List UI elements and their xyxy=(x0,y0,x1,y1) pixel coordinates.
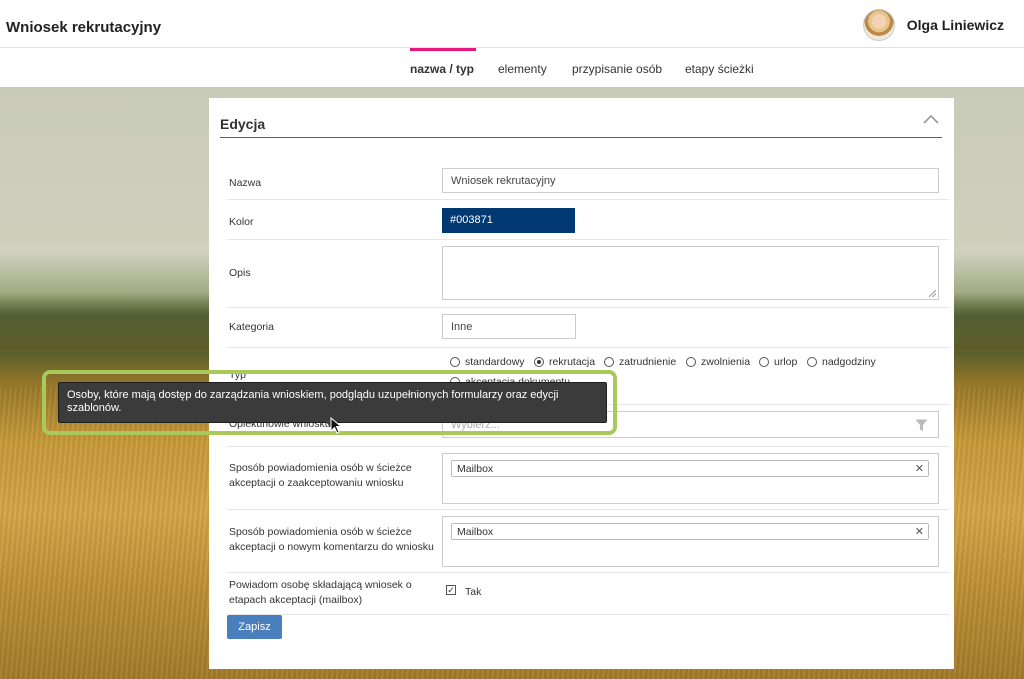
color-label: Kolor xyxy=(229,216,254,228)
description-textarea[interactable] xyxy=(442,246,939,300)
resize-handle[interactable] xyxy=(929,290,936,297)
page-title: Wniosek rekrutacyjny xyxy=(6,19,162,36)
user-menu[interactable]: Olga Liniewicz xyxy=(862,8,1004,42)
mouse-cursor-icon xyxy=(330,417,343,434)
form-row-color: Kolor #003871 xyxy=(227,200,949,240)
color-picker[interactable]: #003871 xyxy=(442,208,575,233)
radio-circle[interactable] xyxy=(807,357,817,367)
save-button[interactable]: Zapisz xyxy=(227,615,282,639)
form-row-category: Kategoria Inne xyxy=(227,308,949,348)
tab-path-stages[interactable]: etapy ścieżki xyxy=(685,62,754,76)
card-title-underline xyxy=(220,137,942,138)
tag-label: Mailbox xyxy=(457,463,494,475)
user-name[interactable]: Olga Liniewicz xyxy=(907,17,1004,33)
form-row-description: Opis xyxy=(227,240,949,308)
top-bar: Wniosek rekrutacyjny Olga Liniewicz xyxy=(0,0,1024,48)
radio-label: urlop xyxy=(774,356,798,368)
active-tab-indicator xyxy=(410,48,476,51)
radio-overtime[interactable]: nadgodziny xyxy=(807,356,876,368)
tab-assign-people[interactable]: przypisanie osób xyxy=(572,62,662,76)
radio-circle-selected[interactable] xyxy=(534,357,544,367)
radio-leave[interactable]: urlop xyxy=(759,356,797,368)
radio-circle[interactable] xyxy=(759,357,769,367)
mailbox-tag: Mailbox ✕ xyxy=(451,523,929,540)
checkbox-label: Tak xyxy=(465,586,482,598)
card-title: Edycja xyxy=(220,116,266,132)
remove-tag-icon[interactable]: ✕ xyxy=(915,462,924,475)
avatar[interactable] xyxy=(862,9,895,41)
tab-name-type[interactable]: nazwa / typ xyxy=(410,62,474,76)
name-input[interactable]: Wniosek rekrutacyjny xyxy=(442,168,939,193)
notify-accept-label: Sposób powiadomienia osób w ścieżce akce… xyxy=(229,462,412,489)
mailbox-tag: Mailbox ✕ xyxy=(451,460,929,477)
notify-accept-multiselect[interactable]: Mailbox ✕ xyxy=(442,453,939,504)
name-label: Nazwa xyxy=(229,177,262,189)
radio-label: zatrudnienie xyxy=(619,356,677,368)
form-row-name: Nazwa Wniosek rekrutacyjny xyxy=(227,160,949,200)
remove-tag-icon[interactable]: ✕ xyxy=(915,525,924,538)
radio-employment[interactable]: zatrudnienie xyxy=(604,356,676,368)
radio-standard[interactable]: standardowy xyxy=(450,356,525,368)
form-row-notify-comment: Sposób powiadomienia osób w ścieżce akce… xyxy=(227,510,949,573)
radio-label: rekrutacja xyxy=(549,356,596,368)
tabs-bar: nazwa / typ elementy przypisanie osób et… xyxy=(0,48,1024,87)
form-row-notify-accept: Sposób powiadomienia osób w ścieżce akce… xyxy=(227,447,949,510)
radio-label: zwolnienia xyxy=(701,356,751,368)
filter-icon[interactable] xyxy=(915,419,928,432)
tag-label: Mailbox xyxy=(457,526,494,538)
radio-label: standardowy xyxy=(465,356,525,368)
notify-applicant-label: Powiadom osobę składającą wniosek o etap… xyxy=(229,579,412,606)
notify-applicant-checkbox[interactable]: ✓ xyxy=(446,585,456,595)
category-input[interactable]: Inne xyxy=(442,314,576,339)
radio-label: nadgodziny xyxy=(822,356,876,368)
form-row-notify-applicant: Powiadom osobę składającą wniosek o etap… xyxy=(227,573,949,615)
notify-comment-multiselect[interactable]: Mailbox ✕ xyxy=(442,516,939,567)
tab-elements[interactable]: elementy xyxy=(498,62,547,76)
chevron-up-icon[interactable] xyxy=(922,112,940,126)
description-label: Opis xyxy=(229,267,251,279)
radio-circle[interactable] xyxy=(604,357,614,367)
radio-circle[interactable] xyxy=(686,357,696,367)
category-label: Kategoria xyxy=(229,321,274,333)
radio-dismissals[interactable]: zwolnienia xyxy=(686,356,750,368)
notify-comment-label: Sposób powiadomienia osób w ścieżce akce… xyxy=(229,526,434,553)
radio-recruitment[interactable]: rekrutacja xyxy=(534,356,595,368)
radio-circle[interactable] xyxy=(450,357,460,367)
